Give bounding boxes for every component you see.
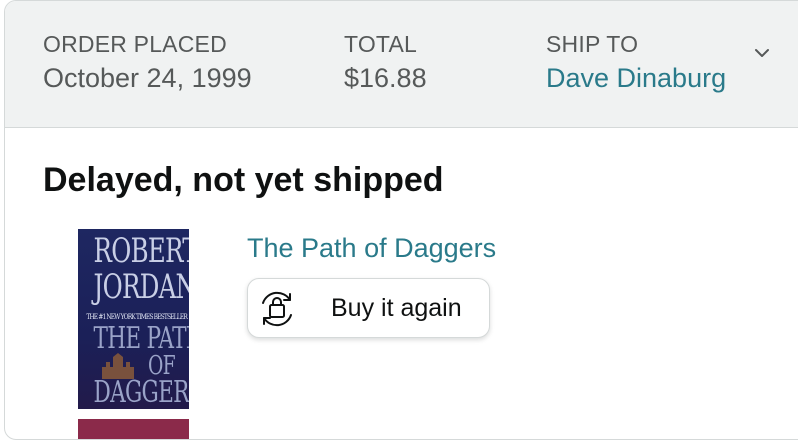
buy-it-again-label: Buy it again xyxy=(331,294,462,322)
next-item-cover-image[interactable] xyxy=(78,419,189,439)
shipment-status: Delayed, not yet shipped xyxy=(43,161,444,199)
buy-again-icon xyxy=(262,291,292,327)
product-title-link[interactable]: The Path of Daggers xyxy=(247,233,496,264)
cover-badge: THE #1 NEW YORK TIMES BESTSELLER xyxy=(86,313,188,321)
order-total: TOTAL $16.88 xyxy=(344,31,427,95)
order-total-label: TOTAL xyxy=(344,31,417,57)
order-total-value: $16.88 xyxy=(344,63,427,93)
order-placed-label: ORDER PLACED xyxy=(43,31,227,57)
cover-author-first: ROBERT xyxy=(93,231,189,271)
ship-to: SHIP TO Dave Dinaburg xyxy=(546,31,726,95)
order-placed: ORDER PLACED October 24, 1999 xyxy=(43,31,252,95)
ship-to-label: SHIP TO xyxy=(546,31,639,57)
order-placed-date: October 24, 1999 xyxy=(43,63,252,93)
ship-to-name-link[interactable]: Dave Dinaburg xyxy=(546,61,726,95)
chevron-down-icon[interactable] xyxy=(751,43,773,63)
cover-title-line3: DAGGERS xyxy=(93,375,189,409)
buy-it-again-button[interactable]: Buy it again xyxy=(247,278,490,338)
cover-author-last: JORDAN xyxy=(93,267,189,307)
order-header: ORDER PLACED October 24, 1999 TOTAL $16.… xyxy=(5,1,798,128)
order-card: ORDER PLACED October 24, 1999 TOTAL $16.… xyxy=(4,0,798,440)
book-cover-image[interactable]: ROBERT JORDAN THE #1 NEW YORK TIMES BEST… xyxy=(78,229,189,409)
